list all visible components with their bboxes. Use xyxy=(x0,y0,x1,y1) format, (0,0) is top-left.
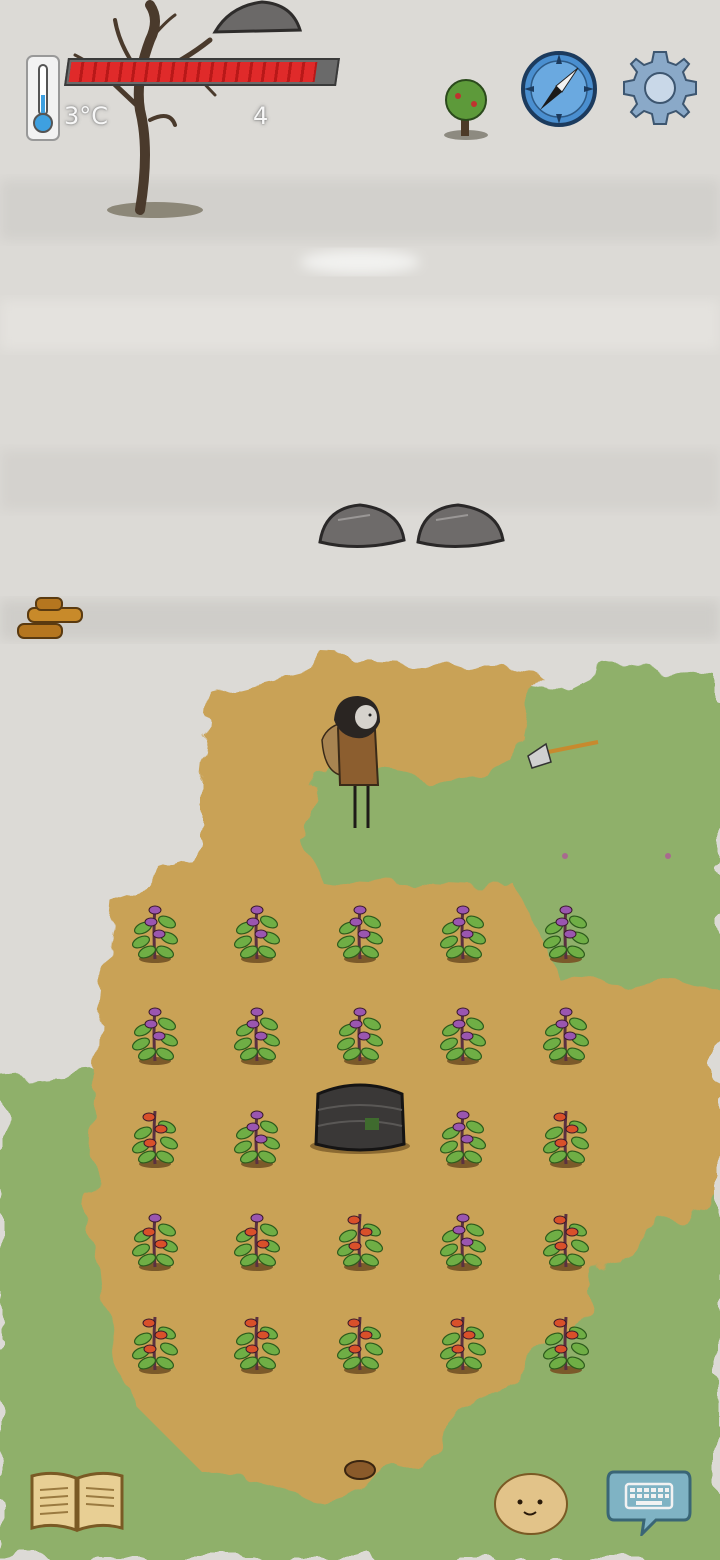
pebble[interactable] xyxy=(665,853,671,859)
gear-icon[interactable] xyxy=(620,48,700,128)
pebble[interactable] xyxy=(562,853,568,859)
thermometer-icon xyxy=(26,55,60,141)
basket[interactable] xyxy=(344,1460,376,1480)
potato-face-icon[interactable] xyxy=(492,1468,570,1536)
counter-readout: 4 xyxy=(253,102,269,130)
book-icon[interactable] xyxy=(28,1468,126,1534)
game-world[interactable] xyxy=(0,0,720,1560)
keyboard-chat-icon[interactable] xyxy=(606,1466,692,1539)
compass-icon[interactable] xyxy=(520,50,598,128)
temperature-readout: 3°C xyxy=(64,102,109,130)
health-bar xyxy=(64,58,340,86)
health-bar-fill xyxy=(68,62,317,82)
stone-well[interactable] xyxy=(310,1083,410,1154)
